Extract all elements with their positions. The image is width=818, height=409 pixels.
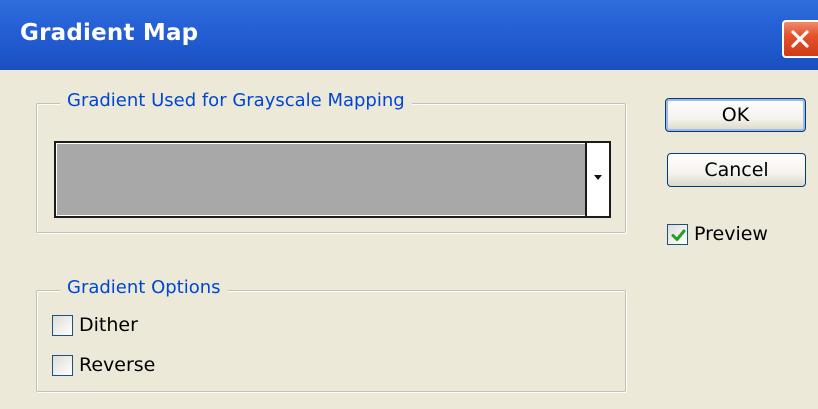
gradient-options-groupbox: Gradient Options	[36, 277, 626, 392]
gradient-options-label: Gradient Options	[60, 277, 228, 298]
close-button[interactable]	[782, 20, 818, 58]
preview-checkbox[interactable]	[667, 224, 688, 245]
window-title: Gradient Map	[20, 20, 199, 46]
gradient-group-label: Gradient Used for Grayscale Mapping	[60, 90, 412, 111]
title-bar[interactable]: Gradient Map	[0, 0, 818, 70]
gradient-dropdown[interactable]	[54, 141, 611, 218]
chevron-down-icon	[594, 175, 602, 180]
reverse-checkbox[interactable]	[52, 355, 73, 376]
preview-label[interactable]: Preview	[694, 223, 768, 245]
gradient-map-dialog: Gradient Map Gradient Used for Grayscale…	[0, 0, 818, 409]
gradient-dropdown-button[interactable]	[585, 143, 609, 216]
ok-button[interactable]: OK	[665, 98, 806, 132]
reverse-label[interactable]: Reverse	[79, 354, 155, 376]
gradient-preview-swatch[interactable]	[58, 145, 585, 214]
dither-label[interactable]: Dither	[79, 314, 138, 336]
dither-checkbox[interactable]	[52, 315, 73, 336]
cancel-button[interactable]: Cancel	[667, 153, 806, 187]
